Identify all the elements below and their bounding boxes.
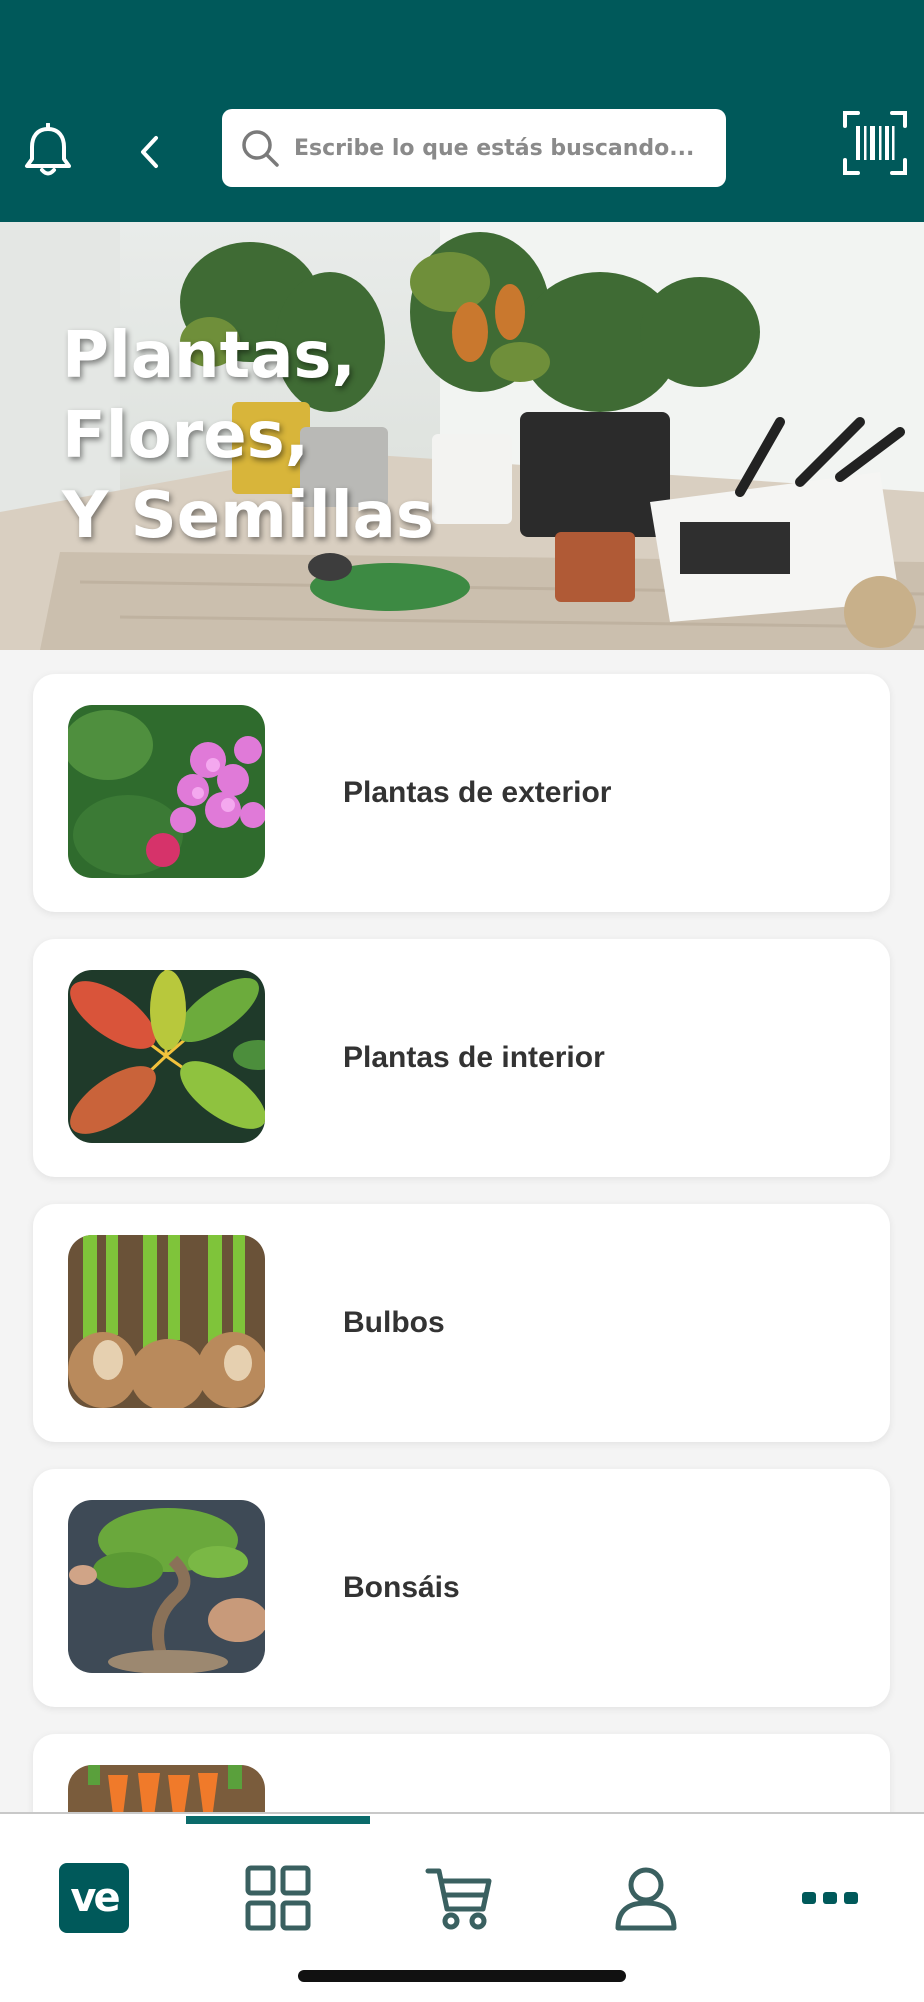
category-label: Bonsáis [343,1571,460,1604]
hero-title: Plantas, Flores, Y Semillas [62,319,434,553]
category-label: Plantas de exterior [343,776,612,809]
brand-logo: ve [59,1863,129,1933]
active-tab-indicator [186,1816,370,1824]
nav-categories[interactable] [232,1852,324,1944]
categories-grid-icon [245,1865,311,1931]
category-card-plantas-exterior[interactable]: Plantas de exterior [33,674,890,912]
nav-cart[interactable] [414,1852,506,1944]
search-bar[interactable] [222,109,726,187]
barcode-scanner-icon[interactable] [840,108,910,178]
bell-icon[interactable] [20,120,76,182]
category-label: Plantas de interior [343,1041,605,1074]
more-icon [802,1892,858,1904]
nav-profile[interactable] [600,1852,692,1944]
home-indicator[interactable] [298,1970,626,1982]
category-label: Bulbos [343,1306,445,1339]
nav-more[interactable] [784,1852,876,1944]
category-thumbnail [68,970,265,1143]
category-card-plantas-interior[interactable]: Plantas de interior [33,939,890,1177]
nav-home[interactable]: ve [48,1852,140,1944]
bottom-navigation: ve [0,1812,924,2002]
profile-icon [615,1867,677,1931]
top-bar [0,0,924,222]
category-thumbnail [68,1765,265,1812]
search-input[interactable] [292,117,716,179]
category-thumbnail [68,705,265,878]
category-card-bonsais[interactable]: Bonsáis [33,1469,890,1707]
back-chevron-icon[interactable] [130,130,170,174]
category-thumbnail [68,1500,265,1673]
category-list: Plantas de exterior Plantas de interior [0,650,924,1812]
category-card-partial[interactable] [33,1734,890,1812]
category-card-bulbos[interactable]: Bulbos [33,1204,890,1442]
hero-banner: Plantas, Flores, Y Semillas [0,222,924,650]
search-icon [242,130,279,167]
cart-icon [425,1868,492,1930]
category-thumbnail [68,1235,265,1408]
